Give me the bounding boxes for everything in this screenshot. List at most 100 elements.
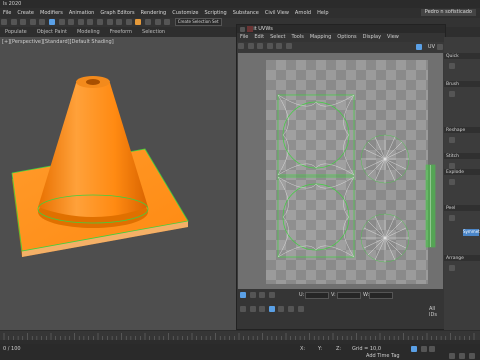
rollout-header-explode[interactable]: Explode xyxy=(444,169,480,175)
rollout-header-reshape[interactable]: Reshape xyxy=(444,127,480,133)
redo-icon[interactable] xyxy=(10,19,17,25)
menu-item-civil-view[interactable]: Civil View xyxy=(262,8,292,16)
edge-mode-icon[interactable] xyxy=(249,292,256,298)
u-coord-field[interactable] xyxy=(305,292,329,299)
angle-snap-icon[interactable] xyxy=(144,19,151,25)
scale-icon[interactable] xyxy=(106,19,113,25)
select-icon[interactable] xyxy=(48,19,55,25)
uv-island-circle-bottom[interactable] xyxy=(360,213,410,263)
move-uv-icon[interactable] xyxy=(238,43,244,49)
rollout-header-peel[interactable]: Peel xyxy=(444,205,480,211)
uv-menu-tools[interactable]: Tools xyxy=(289,33,307,40)
rollout-header-stitch[interactable]: Stitch xyxy=(444,153,480,159)
menu-item-help[interactable]: Help xyxy=(314,8,331,16)
uv-islands[interactable] xyxy=(238,53,443,289)
uv-menu-options[interactable]: Options xyxy=(334,33,359,40)
rollout-tool-icon[interactable] xyxy=(449,179,455,185)
traffic-cone-model[interactable] xyxy=(0,37,236,330)
undo-icon[interactable] xyxy=(1,19,7,25)
perspective-viewport[interactable]: [+][Perspective][Standard][Default Shadi… xyxy=(0,37,236,330)
weld-icon[interactable] xyxy=(287,306,294,312)
ribbon-tab-modeling[interactable]: Modeling xyxy=(77,29,100,35)
link-icon[interactable] xyxy=(20,19,27,25)
uv-menu-file[interactable]: File xyxy=(237,33,251,40)
uv-menu-display[interactable]: Display xyxy=(360,33,384,40)
uv-island-circle-top[interactable] xyxy=(360,134,410,184)
play-icon[interactable] xyxy=(421,346,427,352)
id-filter-dropdown[interactable]: All IDs xyxy=(429,306,443,318)
uv-channel-icon[interactable] xyxy=(416,44,422,50)
rollout-header-brush[interactable]: Brush xyxy=(444,81,480,87)
uv-menu-select[interactable]: Select xyxy=(267,33,288,40)
vertex-mode-icon[interactable] xyxy=(240,292,246,298)
percent-snap-icon[interactable] xyxy=(154,19,161,25)
select-by-name-icon[interactable] xyxy=(58,19,65,25)
menu-item-create[interactable]: Create xyxy=(14,8,37,16)
rect-select-icon[interactable] xyxy=(68,19,75,25)
mirror-icon[interactable] xyxy=(276,43,283,49)
sign-in-button[interactable]: Pedro n sofisticado xyxy=(420,9,476,16)
flip-icon[interactable] xyxy=(285,43,292,49)
rollout-tool-icon[interactable] xyxy=(449,265,455,271)
ribbon-tab-selection[interactable]: Selection xyxy=(142,29,165,35)
bind-icon[interactable] xyxy=(39,19,46,25)
next-frame-icon[interactable] xyxy=(429,346,435,352)
menu-item-arnold[interactable]: Arnold xyxy=(292,8,314,16)
rotate-icon[interactable] xyxy=(96,19,103,25)
face-mode-icon[interactable] xyxy=(259,292,266,298)
uv-menu-edit[interactable]: Edit xyxy=(251,33,267,40)
timeline-ruler[interactable] xyxy=(0,331,480,340)
pivot-icon[interactable] xyxy=(125,19,132,25)
pan-icon[interactable] xyxy=(459,353,465,359)
rollout-header-arrange[interactable]: Arrange xyxy=(444,255,480,261)
scale-uv-icon[interactable] xyxy=(257,43,264,49)
menu-item-scripting[interactable]: Scripting xyxy=(201,8,229,16)
window-crossing-icon[interactable] xyxy=(77,19,84,25)
menu-item-file[interactable]: File xyxy=(0,8,14,16)
menu-item-modifiers[interactable]: Modifiers xyxy=(37,8,66,16)
close-icon[interactable] xyxy=(247,26,253,32)
rotate-uv-icon[interactable] xyxy=(247,43,254,49)
snap-icon[interactable] xyxy=(135,19,142,25)
spinner-snap-icon[interactable] xyxy=(164,19,171,25)
unlink-icon[interactable] xyxy=(29,19,36,25)
selection-set-dropdown[interactable]: Create Selection Set xyxy=(174,18,222,26)
uv-island-left[interactable] xyxy=(277,94,355,258)
break-icon[interactable] xyxy=(297,306,304,312)
ribbon-tab-freeform[interactable]: Freeform xyxy=(110,29,132,35)
rollout-tool-icon[interactable] xyxy=(449,215,455,221)
v-coord-field[interactable] xyxy=(337,292,361,299)
freeze-icon[interactable] xyxy=(259,306,266,312)
zoom-icon[interactable] xyxy=(449,353,455,359)
symmetry-dropdown[interactable]: Symmetry xyxy=(463,229,480,236)
menu-item-rendering[interactable]: Rendering xyxy=(138,8,170,16)
move-icon[interactable] xyxy=(87,19,94,25)
uv-label[interactable]: UV xyxy=(428,44,435,50)
hide-icon[interactable] xyxy=(249,306,256,312)
rollout-tool-icon[interactable] xyxy=(449,137,455,143)
checker-pattern-icon[interactable] xyxy=(437,44,443,50)
freeform-icon[interactable] xyxy=(266,43,273,49)
filter-icon[interactable] xyxy=(268,306,275,312)
autokey-button[interactable] xyxy=(411,346,417,352)
menu-item-graph-editors[interactable]: Graph Editors xyxy=(97,8,137,16)
rollout-tool-icon[interactable] xyxy=(449,63,455,69)
uv-island-strip[interactable] xyxy=(425,164,436,248)
uv-menu-view[interactable]: View xyxy=(384,33,402,40)
ribbon-tab-populate[interactable]: Populate xyxy=(5,29,27,35)
menu-item-animation[interactable]: Animation xyxy=(66,8,98,16)
placement-icon[interactable] xyxy=(116,19,123,25)
ribbon-tab-object-paint[interactable]: Object Paint xyxy=(37,29,67,35)
uv-menu-mapping[interactable]: Mapping xyxy=(307,33,334,40)
orbit-icon[interactable] xyxy=(469,353,475,359)
menu-item-substance[interactable]: Substance xyxy=(230,8,262,16)
align-icon[interactable] xyxy=(278,306,285,312)
uv-canvas[interactable] xyxy=(238,53,443,289)
w-coord-field[interactable] xyxy=(369,292,393,299)
lock-icon[interactable] xyxy=(240,306,246,312)
element-mode-icon[interactable] xyxy=(268,292,275,298)
menu-item-customize[interactable]: Customize xyxy=(169,8,201,16)
add-time-tag-button[interactable]: Add Time Tag xyxy=(366,353,400,359)
rollout-tool-icon[interactable] xyxy=(449,91,455,97)
rollout-header-quick[interactable]: Quick xyxy=(444,53,480,59)
